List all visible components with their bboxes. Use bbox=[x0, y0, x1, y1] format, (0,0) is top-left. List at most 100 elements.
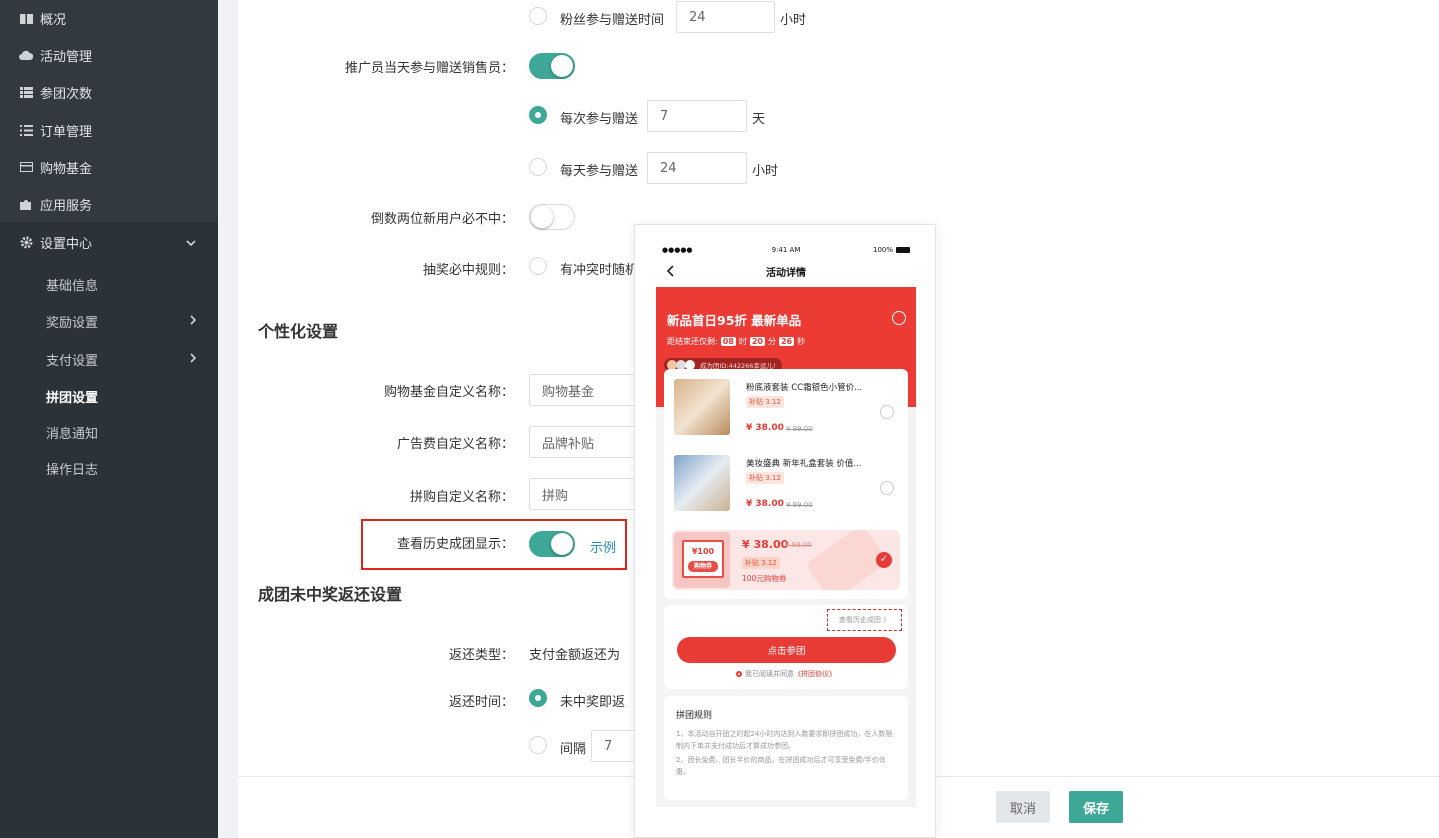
fans-gift-radio[interactable] bbox=[529, 7, 547, 25]
fans-gift-input[interactable]: 24 bbox=[676, 1, 775, 33]
refresh-icon[interactable] bbox=[892, 311, 906, 325]
refund-time-radio[interactable] bbox=[529, 689, 547, 707]
coupon-desc: 100元购物券 bbox=[742, 574, 787, 583]
each-time-label: 每次参与赠送 bbox=[560, 112, 639, 127]
interval-radio[interactable] bbox=[529, 736, 547, 754]
puzzle-icon bbox=[18, 197, 34, 211]
phone-title: 活动详情 bbox=[766, 268, 806, 279]
sidebar-subitem-reward[interactable]: 奖励设置 bbox=[0, 304, 218, 338]
product-price: ¥ 38.00 bbox=[746, 423, 784, 433]
join-group-button[interactable]: 点击参团 bbox=[677, 637, 896, 663]
sidebar-item-label: 概况 bbox=[40, 12, 67, 28]
history-display-toggle[interactable] bbox=[529, 531, 575, 557]
sidebar-item-group-count[interactable]: 参团次数 bbox=[0, 74, 218, 110]
each-time-unit: 天 bbox=[752, 112, 766, 127]
refund-type-value: 支付金额返还为 bbox=[529, 648, 621, 663]
sidebar-item-label: 购物基金 bbox=[40, 161, 93, 177]
banner-title: 新品首日95折 最新单品 bbox=[667, 313, 802, 328]
interval-label: 间隔 bbox=[560, 742, 587, 757]
ad-name-label: 广告费自定义名称： bbox=[396, 437, 514, 452]
sidebar-item-settings[interactable]: 设置中心 bbox=[0, 224, 218, 260]
countdown-hours-unit: 时 bbox=[738, 337, 747, 346]
promoter-toggle[interactable] bbox=[529, 53, 575, 79]
sidebar-item-activity[interactable]: 活动管理 bbox=[0, 37, 218, 73]
list-icon bbox=[18, 85, 34, 99]
sidebar-subitem-group[interactable]: 拼团设置 bbox=[0, 379, 218, 413]
sidebar-subitem-label: 基础信息 bbox=[46, 278, 99, 294]
product-thumbnail bbox=[674, 455, 730, 511]
check-icon[interactable]: ✓ bbox=[876, 552, 892, 568]
coupon-old-price: ¥ 99.00 bbox=[785, 541, 812, 549]
fans-gift-label: 粉丝参与赠送时间 bbox=[560, 13, 665, 28]
example-link[interactable]: 示例 bbox=[590, 537, 616, 556]
refund-section-title: 成团未中奖返还设置 bbox=[258, 585, 403, 604]
sidebar-subitem-label: 操作日志 bbox=[46, 462, 99, 478]
sidebar-subitem-basic[interactable]: 基础信息 bbox=[0, 267, 218, 301]
product-thumbnail bbox=[674, 379, 730, 435]
book-icon bbox=[18, 11, 34, 25]
sidebar-subitem-label: 奖励设置 bbox=[46, 315, 99, 331]
product-old-price: ¥ 99.00 bbox=[786, 501, 813, 509]
phone-preview: ●●●●● 9:41 AM 100% 活动详情 新品首日95折 最新单品 距结束… bbox=[656, 245, 916, 807]
countdown-minutes: 20 bbox=[749, 337, 765, 346]
product-select-radio[interactable] bbox=[880, 481, 894, 495]
ad-name-input[interactable]: 品牌补贴 bbox=[529, 426, 649, 458]
chevron-down-icon bbox=[186, 235, 196, 249]
example-preview-popup: ●●●●● 9:41 AM 100% 活动详情 新品首日95折 最新单品 距结束… bbox=[634, 224, 936, 838]
sidebar-subitem-label: 拼团设置 bbox=[46, 390, 99, 406]
daily-label: 每天参与赠送 bbox=[560, 164, 639, 179]
sidebar-subitem-log[interactable]: 操作日志 bbox=[0, 451, 218, 485]
history-groups-link[interactable]: 查看历史成团 〉 bbox=[827, 609, 902, 631]
product-old-price: ¥ 99.00 bbox=[786, 425, 813, 433]
rules-title: 拼团规则 bbox=[676, 711, 713, 721]
sidebar-bottom bbox=[0, 491, 218, 838]
coupon-face-value: ¥100 bbox=[691, 547, 715, 556]
each-time-input[interactable]: 7 bbox=[647, 100, 747, 132]
agreement-link[interactable]: 《拼团协议》 bbox=[794, 670, 836, 678]
subsidy-tag: 补贴 3.12 bbox=[742, 557, 780, 569]
refund-time-option: 未中奖即返 bbox=[560, 695, 626, 710]
sidebar-item-label: 活动管理 bbox=[40, 49, 93, 65]
product-select-radio[interactable] bbox=[880, 405, 894, 419]
save-button[interactable]: 保存 bbox=[1069, 791, 1123, 823]
last-two-toggle[interactable] bbox=[529, 204, 575, 230]
lottery-radio[interactable] bbox=[529, 257, 547, 275]
agree-text: 我已阅读并同意 bbox=[745, 670, 794, 678]
countdown-seconds: 26 bbox=[778, 337, 795, 346]
product-name: 粉底液套装 CC霜银色小管价... bbox=[746, 383, 863, 393]
lottery-option: 有冲突时随机 bbox=[560, 263, 639, 278]
product-price: ¥ 38.00 bbox=[746, 499, 784, 509]
cancel-button[interactable]: 取消 bbox=[996, 791, 1050, 823]
sidebar-item-label: 参团次数 bbox=[40, 86, 93, 102]
countdown-seconds-unit: 秒 bbox=[797, 337, 806, 346]
subsidy-tag: 补贴 3.12 bbox=[746, 472, 784, 484]
credit-card-icon bbox=[18, 160, 34, 174]
rule-text: 1、本活动自开团之时起24小时内达到人数要求即拼团成功，在人数限制内下单并支付成… bbox=[676, 730, 893, 750]
sidebar-subitem-notify[interactable]: 消息通知 bbox=[0, 415, 218, 449]
rules-card: 拼团规则 1、本活动自开团之时起24小时内达到人数要求即拼团成功，在人数限制内下… bbox=[664, 696, 908, 800]
fans-gift-unit: 小时 bbox=[780, 13, 807, 28]
sidebar-item-orders[interactable]: 订单管理 bbox=[0, 112, 218, 148]
fund-name-input[interactable]: 购物基金 bbox=[529, 374, 649, 406]
countdown-hours: 08 bbox=[720, 337, 736, 346]
refund-time-label: 返还时间： bbox=[448, 695, 514, 710]
phone-header: 活动详情 bbox=[656, 257, 916, 287]
coupon-item[interactable]: ¥100 购物券 ¥ 38.00 ¥ 99.00 补贴 3.12 100元购物券… bbox=[672, 530, 900, 590]
rule-text: 2、团长免费、团长半价的商品，在拼团成功后才可享受免费/半价优惠。 bbox=[676, 756, 886, 776]
daily-input[interactable]: 24 bbox=[647, 152, 747, 184]
coupon-face: ¥100 购物券 bbox=[682, 540, 724, 578]
sidebar-item-overview[interactable]: 概况 bbox=[0, 0, 218, 36]
coupon-thumbnail: ¥100 购物券 bbox=[674, 532, 730, 588]
sidebar-item-fund[interactable]: 购物基金 bbox=[0, 149, 218, 185]
history-display-label: 查看历史成团显示： bbox=[396, 537, 514, 552]
daily-unit: 小时 bbox=[752, 164, 779, 179]
each-time-radio[interactable] bbox=[529, 106, 547, 124]
agreement-line: 我已阅读并同意《拼团协议》 bbox=[656, 669, 916, 679]
agree-radio[interactable] bbox=[736, 671, 742, 677]
sidebar-subitem-payment[interactable]: 支付设置 bbox=[0, 342, 218, 376]
chevron-right-icon bbox=[190, 313, 197, 329]
phone-status-bar: ●●●●● 9:41 AM 100% bbox=[656, 245, 916, 257]
daily-radio[interactable] bbox=[529, 158, 547, 176]
sidebar-item-apps[interactable]: 应用服务 bbox=[0, 186, 218, 222]
group-name-input[interactable]: 拼购 bbox=[529, 478, 649, 510]
